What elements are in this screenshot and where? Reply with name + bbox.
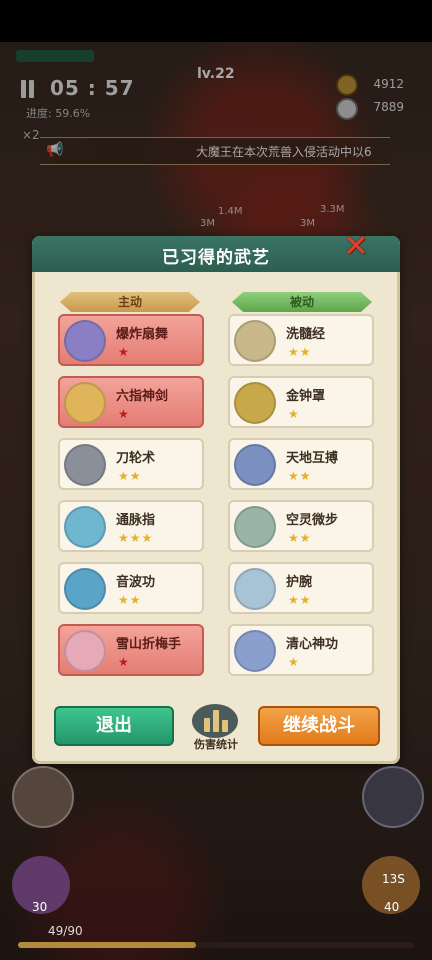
skill-name: 空灵微步 (286, 513, 339, 528)
skill-stars: ★★ (288, 469, 312, 483)
golden-bell-icon (234, 382, 276, 424)
monk-icon (234, 320, 276, 362)
damage-stats-button[interactable]: 伤害统计 (188, 704, 244, 752)
skill-card-active[interactable]: 刀轮术 ★★ (58, 438, 204, 490)
skill-left-count: 30 (32, 900, 48, 914)
skill-stars: ★★ (288, 531, 312, 545)
fan-icon (64, 320, 106, 362)
skill-stars: ★★★ (118, 531, 154, 545)
experience-bar (18, 942, 414, 948)
skill-name: 天地互搏 (286, 451, 339, 466)
sound-wave-icon (64, 568, 106, 610)
continue-battle-button[interactable]: 继续战斗 (258, 706, 380, 746)
dual-fighters-icon (234, 444, 276, 486)
bar-chart-icon (204, 710, 228, 732)
skill-right-count: 40 (384, 900, 400, 914)
close-icon[interactable]: ✕ (340, 232, 372, 264)
skill-name: 通脉指 (116, 513, 156, 528)
hero-avatar-left[interactable] (12, 766, 74, 828)
skill-stars: ★★ (118, 469, 142, 483)
skill-name: 洗髓经 (286, 327, 326, 342)
skill-card-passive[interactable]: 金钟罩 ★ (228, 376, 374, 428)
skill-card-active[interactable]: 爆炸扇舞 ★ (58, 314, 204, 366)
skill-stars: ★★ (288, 593, 312, 607)
crystal-sword-icon (64, 382, 106, 424)
skill-card-passive[interactable]: 天地互搏 ★★ (228, 438, 374, 490)
learned-skills-panel: 已习得的武艺 主动 被动 爆炸扇舞 ★ 六指神剑 ★ 刀轮术 ★★ 通脉指 ★★… (32, 236, 400, 764)
skill-name: 护腕 (286, 575, 313, 590)
skill-name: 雪山折梅手 (116, 637, 182, 652)
skill-card-passive[interactable]: 洗髓经 ★★ (228, 314, 374, 366)
skill-stars: ★ (288, 407, 300, 421)
skill-name: 清心神功 (286, 637, 339, 652)
skill-name: 爆炸扇舞 (116, 327, 169, 342)
plum-blossom-icon (64, 630, 106, 672)
skill-name: 六指神剑 (116, 389, 169, 404)
blade-wheel-icon (64, 444, 106, 486)
hp-text: 49/90 (48, 924, 83, 938)
skill-card-passive[interactable]: 护腕 ★★ (228, 562, 374, 614)
skill-name: 刀轮术 (116, 451, 156, 466)
skill-stars: ★ (288, 655, 300, 669)
wrist-guard-icon (234, 568, 276, 610)
skill-name: 音波功 (116, 575, 156, 590)
skill-stars: ★ (118, 655, 130, 669)
exit-button[interactable]: 退出 (54, 706, 174, 746)
skill-card-active[interactable]: 音波功 ★★ (58, 562, 204, 614)
stats-label: 伤害统计 (194, 738, 238, 751)
skill-stars: ★★ (118, 593, 142, 607)
skill-stars: ★★ (288, 345, 312, 359)
skill-right-cooldown: 13S (382, 872, 405, 886)
skill-card-active[interactable]: 雪山折梅手 ★ (58, 624, 204, 676)
skill-card-passive[interactable]: 清心神功 ★ (228, 624, 374, 676)
skill-card-active[interactable]: 通脉指 ★★★ (58, 500, 204, 552)
skill-stars: ★ (118, 407, 130, 421)
finger-strike-icon (64, 506, 106, 548)
hero-avatar-right[interactable] (362, 766, 424, 828)
skill-card-passive[interactable]: 空灵微步 ★★ (228, 500, 374, 552)
light-step-icon (234, 506, 276, 548)
passive-skills-label: 被动 (232, 292, 372, 312)
experience-fill (18, 942, 197, 948)
skill-stars: ★ (118, 345, 130, 359)
meditation-icon (234, 630, 276, 672)
active-skills-label: 主动 (60, 292, 200, 312)
skill-name: 金钟罩 (286, 389, 326, 404)
skill-card-active[interactable]: 六指神剑 ★ (58, 376, 204, 428)
